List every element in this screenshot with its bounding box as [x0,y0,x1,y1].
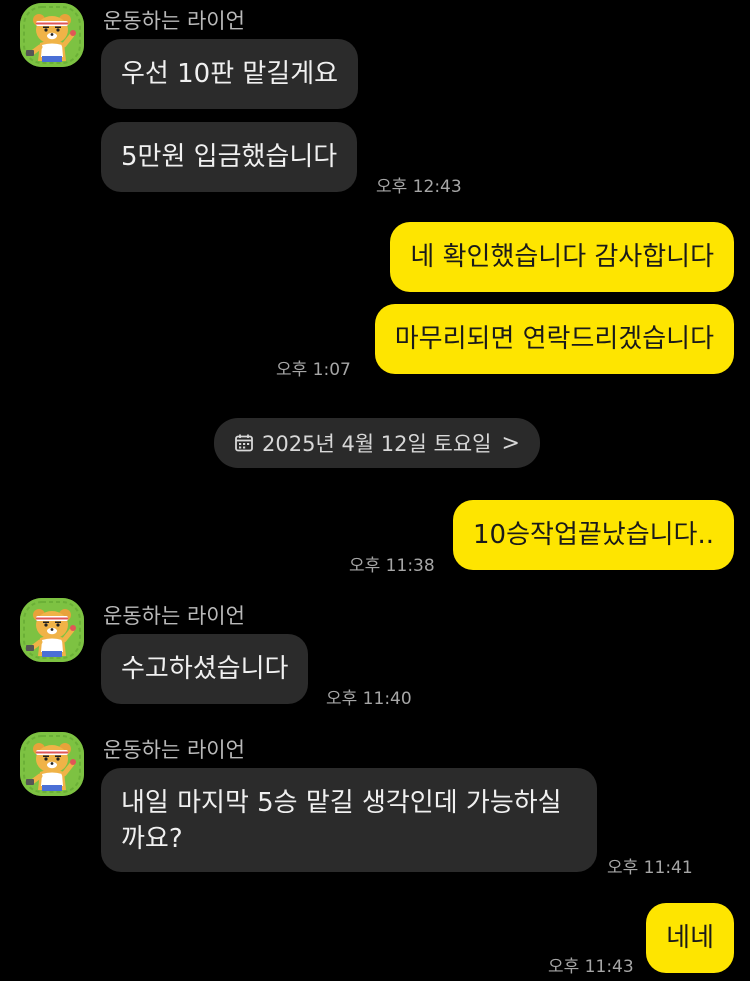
ryan-avatar-icon [20,3,84,67]
message-timestamp: 오후 1:07 [276,360,351,380]
message-bubble-outgoing[interactable]: 마무리되면 연락드리겠습니다 [374,304,734,374]
sender-name: 운동하는 라이언 [103,604,245,628]
ryan-avatar-icon [20,732,84,796]
message-timestamp: 오후 11:38 [349,556,435,576]
date-divider[interactable]: 2025년 4월 12일 토요일 > [214,418,540,468]
message-timestamp: 오후 11:40 [326,689,412,709]
message-timestamp: 오후 11:43 [548,957,634,977]
message-bubble-incoming[interactable]: 내일 마지막 5승 맡길 생각인데 가능하실까요? [101,768,597,872]
calendar-icon [235,434,253,452]
message-bubble-incoming[interactable]: 수고하셨습니다 [101,634,309,704]
message-bubble-outgoing[interactable]: 10승작업끝났습니다.. [453,500,734,570]
message-timestamp: 오후 12:43 [376,177,462,197]
sender-name: 운동하는 라이언 [103,738,245,762]
sender-avatar[interactable] [20,598,84,662]
message-bubble-incoming[interactable]: 우선 10판 맡길게요 [101,39,359,109]
date-divider-label: 2025년 4월 12일 토요일 [262,432,492,456]
sender-avatar[interactable] [20,732,84,796]
sender-avatar[interactable] [20,3,84,67]
message-bubble-outgoing[interactable]: 네 확인했습니다 감사합니다 [390,222,734,292]
chevron-right-icon: > [501,430,520,456]
message-bubble-incoming[interactable]: 5만원 입금했습니다 [101,122,358,192]
ryan-avatar-icon [20,598,84,662]
sender-name: 운동하는 라이언 [103,9,245,33]
message-bubble-outgoing[interactable]: 네네 [646,903,734,973]
message-timestamp: 오후 11:41 [607,858,693,878]
